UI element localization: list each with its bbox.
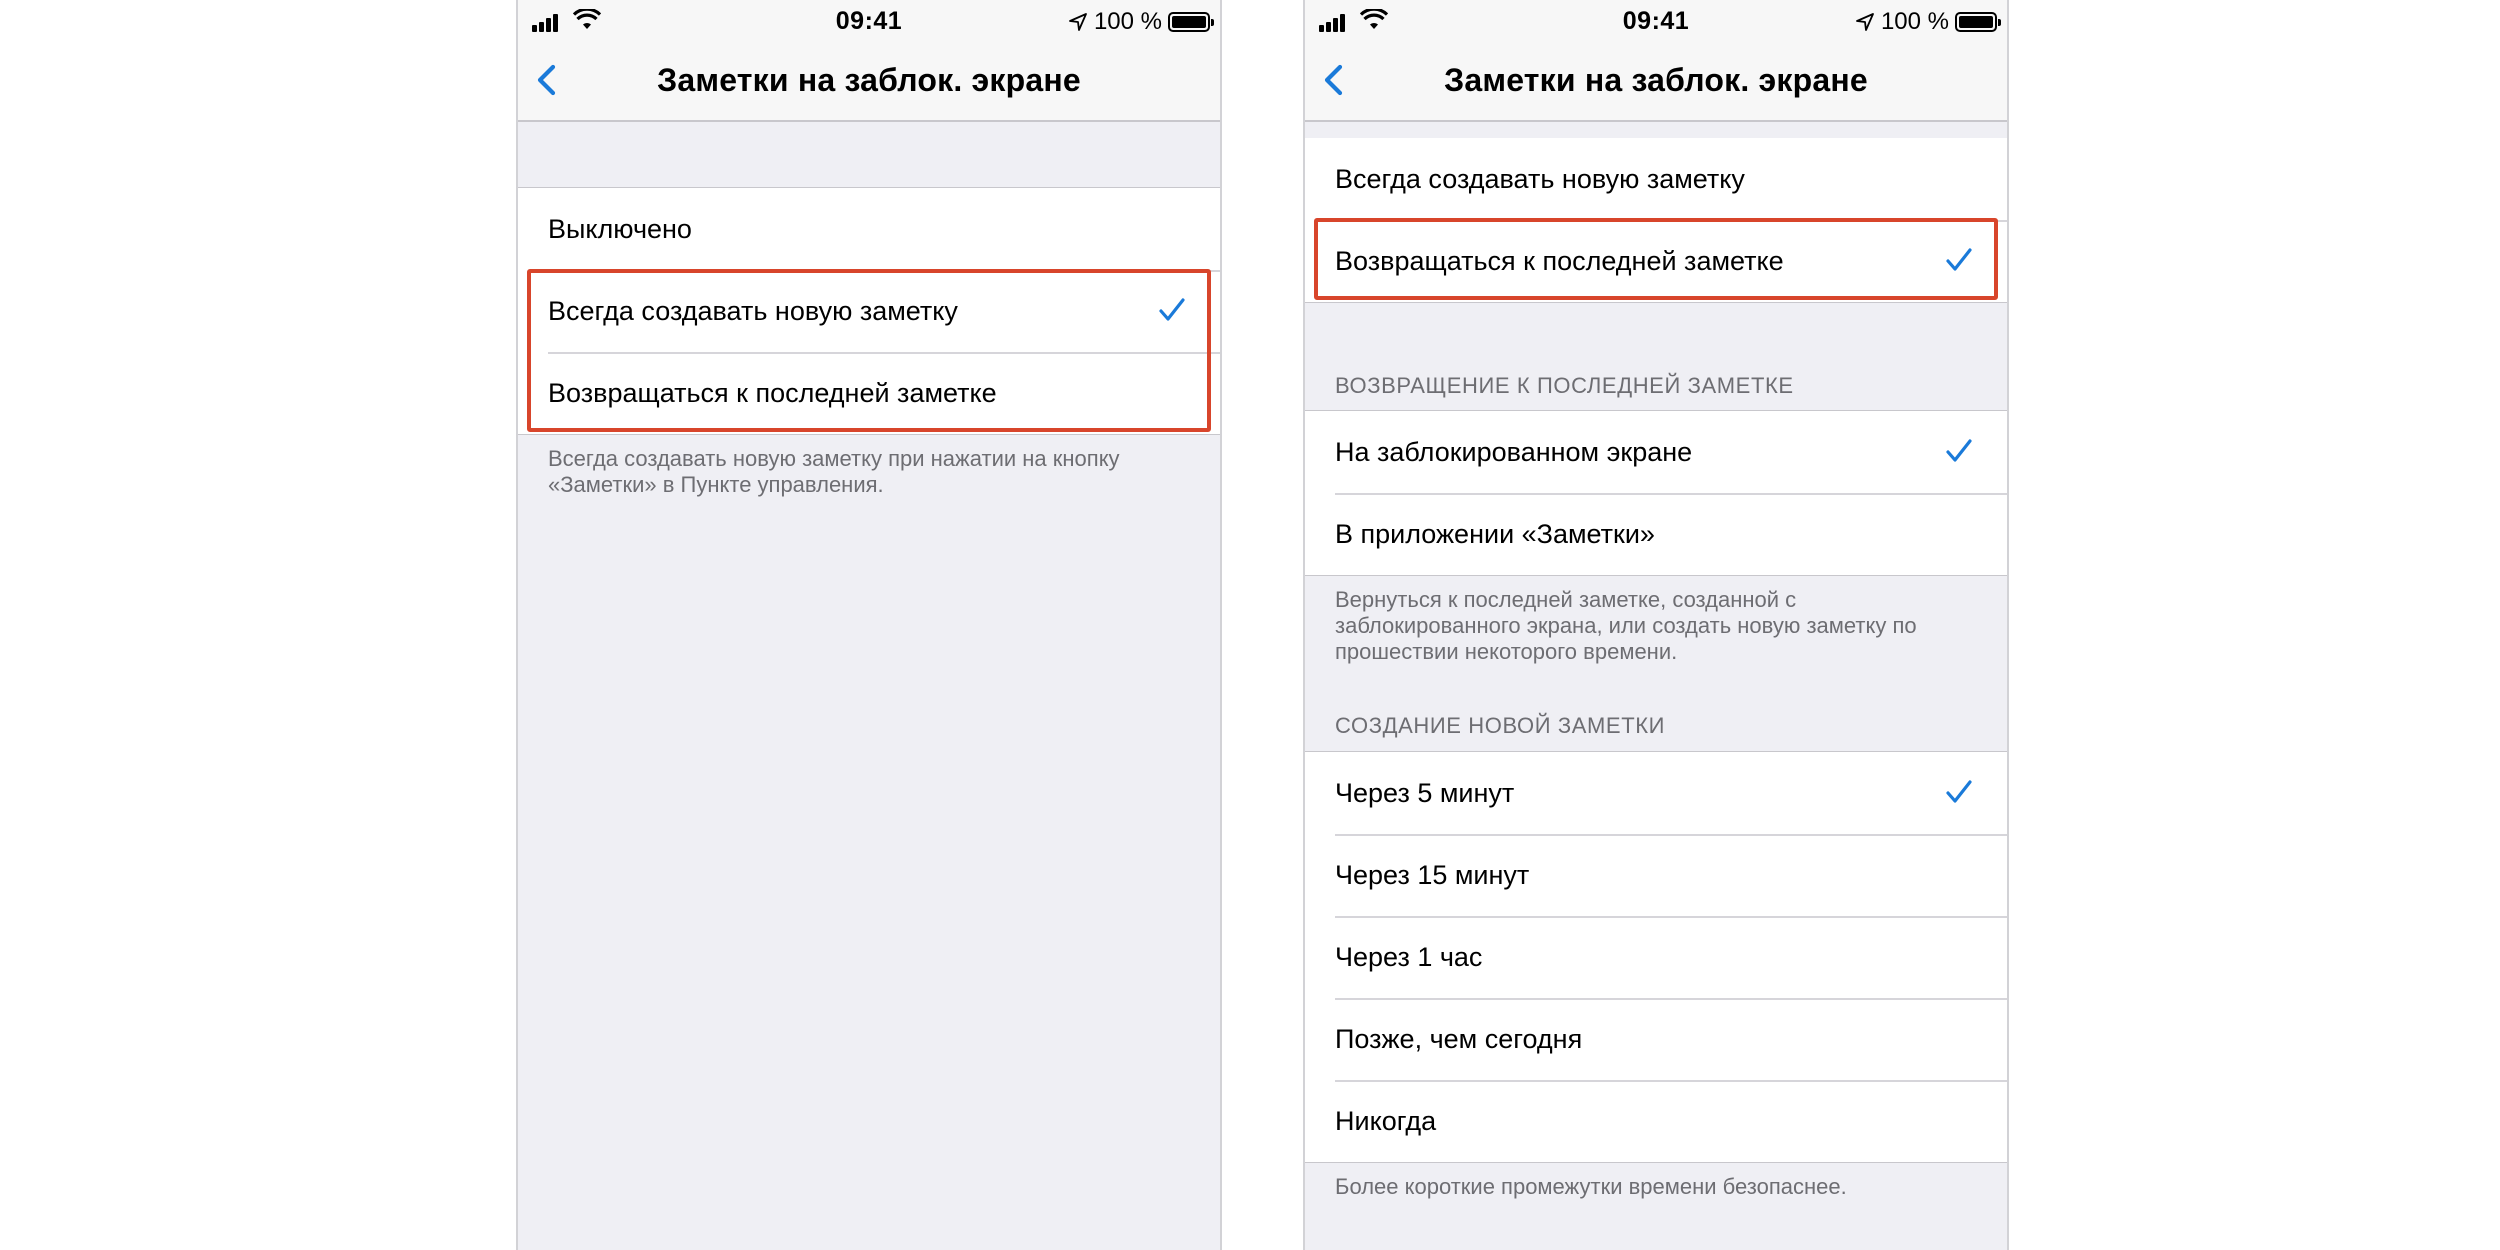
new-note-interval-list: Через 5 минут Через 15 минут Через 1 час…: [1305, 751, 2007, 1163]
option-label: Никогда: [1335, 1105, 1437, 1136]
option-label: Позже, чем сегодня: [1335, 1023, 1583, 1054]
option-label: Через 15 минут: [1335, 859, 1530, 890]
option-after-1-hour[interactable]: Через 1 час: [1305, 916, 2007, 998]
option-return-last-note[interactable]: Возвращаться к последней заметке: [518, 352, 1220, 434]
option-label: В приложении «Заметки»: [1335, 518, 1655, 549]
lock-screen-mode-list: Всегда создавать новую заметку Возвращат…: [1305, 138, 2007, 303]
option-label: Возвращаться к последней заметке: [1335, 245, 1784, 276]
option-label: Возвращаться к последней заметке: [548, 377, 997, 408]
status-bar: 09:41 100 %: [1305, 0, 2007, 44]
battery-icon: [1168, 12, 1214, 32]
option-after-15-minutes[interactable]: Через 15 минут: [1305, 834, 2007, 916]
location-arrow-icon: [1856, 13, 1874, 31]
battery-icon: [1955, 12, 2001, 32]
option-always-new-note[interactable]: Всегда создавать новую заметку: [1305, 138, 2007, 220]
checkmark-icon: [1946, 248, 1972, 271]
checkmark-icon: [1946, 780, 1972, 803]
option-return-last-note[interactable]: Возвращаться к последней заметке: [1305, 220, 2007, 302]
navigation-bar: Заметки на заблок. экране: [1305, 44, 2007, 122]
checkmark-icon: [1946, 439, 1972, 462]
option-description: Всегда создавать новую заметку при нажат…: [548, 446, 1120, 497]
return-section-description: Вернуться к последней заметке, созданной…: [1335, 587, 1917, 664]
phone-screen-left: 09:41 100 % Заметки на заблок. экране Вы…: [516, 0, 1222, 1250]
return-section-header: ВОЗВРАЩЕНИЕ К ПОСЛЕДНЕЙ ЗАМЕТКЕ: [1335, 373, 1794, 398]
option-label: Через 5 минут: [1335, 777, 1515, 808]
return-location-list: На заблокированном экране В приложении «…: [1305, 410, 2007, 576]
page-title: Заметки на заблок. экране: [1444, 62, 1868, 98]
new-note-section-header: СОЗДАНИЕ НОВОЙ ЗАМЕТКИ: [1335, 713, 1666, 738]
option-label: Всегда создавать новую заметку: [1335, 163, 1745, 194]
phone-screen-right: Всегда создавать новую заметку Возвращат…: [1303, 0, 2009, 1250]
option-after-5-minutes[interactable]: Через 5 минут: [1305, 752, 2007, 834]
location-arrow-icon: [1069, 13, 1087, 31]
status-bar: 09:41 100 %: [518, 0, 1220, 44]
option-never[interactable]: Никогда: [1305, 1080, 2007, 1162]
option-label: На заблокированном экране: [1335, 436, 1693, 467]
option-label: Через 1 час: [1335, 941, 1483, 972]
option-always-new-note[interactable]: Всегда создавать новую заметку: [518, 270, 1220, 352]
navigation-bar: Заметки на заблок. экране: [518, 44, 1220, 122]
option-later-than-today[interactable]: Позже, чем сегодня: [1305, 998, 2007, 1080]
option-label: Всегда создавать новую заметку: [548, 295, 958, 326]
battery-percentage: 100 %: [1093, 8, 1162, 35]
battery-percentage: 100 %: [1880, 8, 1949, 35]
checkmark-icon: [1159, 298, 1185, 321]
option-label: Выключено: [548, 213, 692, 244]
lock-screen-mode-list: Выключено Всегда создавать новую заметку…: [518, 187, 1220, 435]
option-off[interactable]: Выключено: [518, 188, 1220, 270]
option-in-notes-app[interactable]: В приложении «Заметки»: [1305, 493, 2007, 575]
new-note-section-description: Более короткие промежутки времени безопа…: [1335, 1174, 1847, 1199]
page-title: Заметки на заблок. экране: [657, 62, 1081, 98]
option-on-lock-screen[interactable]: На заблокированном экране: [1305, 411, 2007, 493]
